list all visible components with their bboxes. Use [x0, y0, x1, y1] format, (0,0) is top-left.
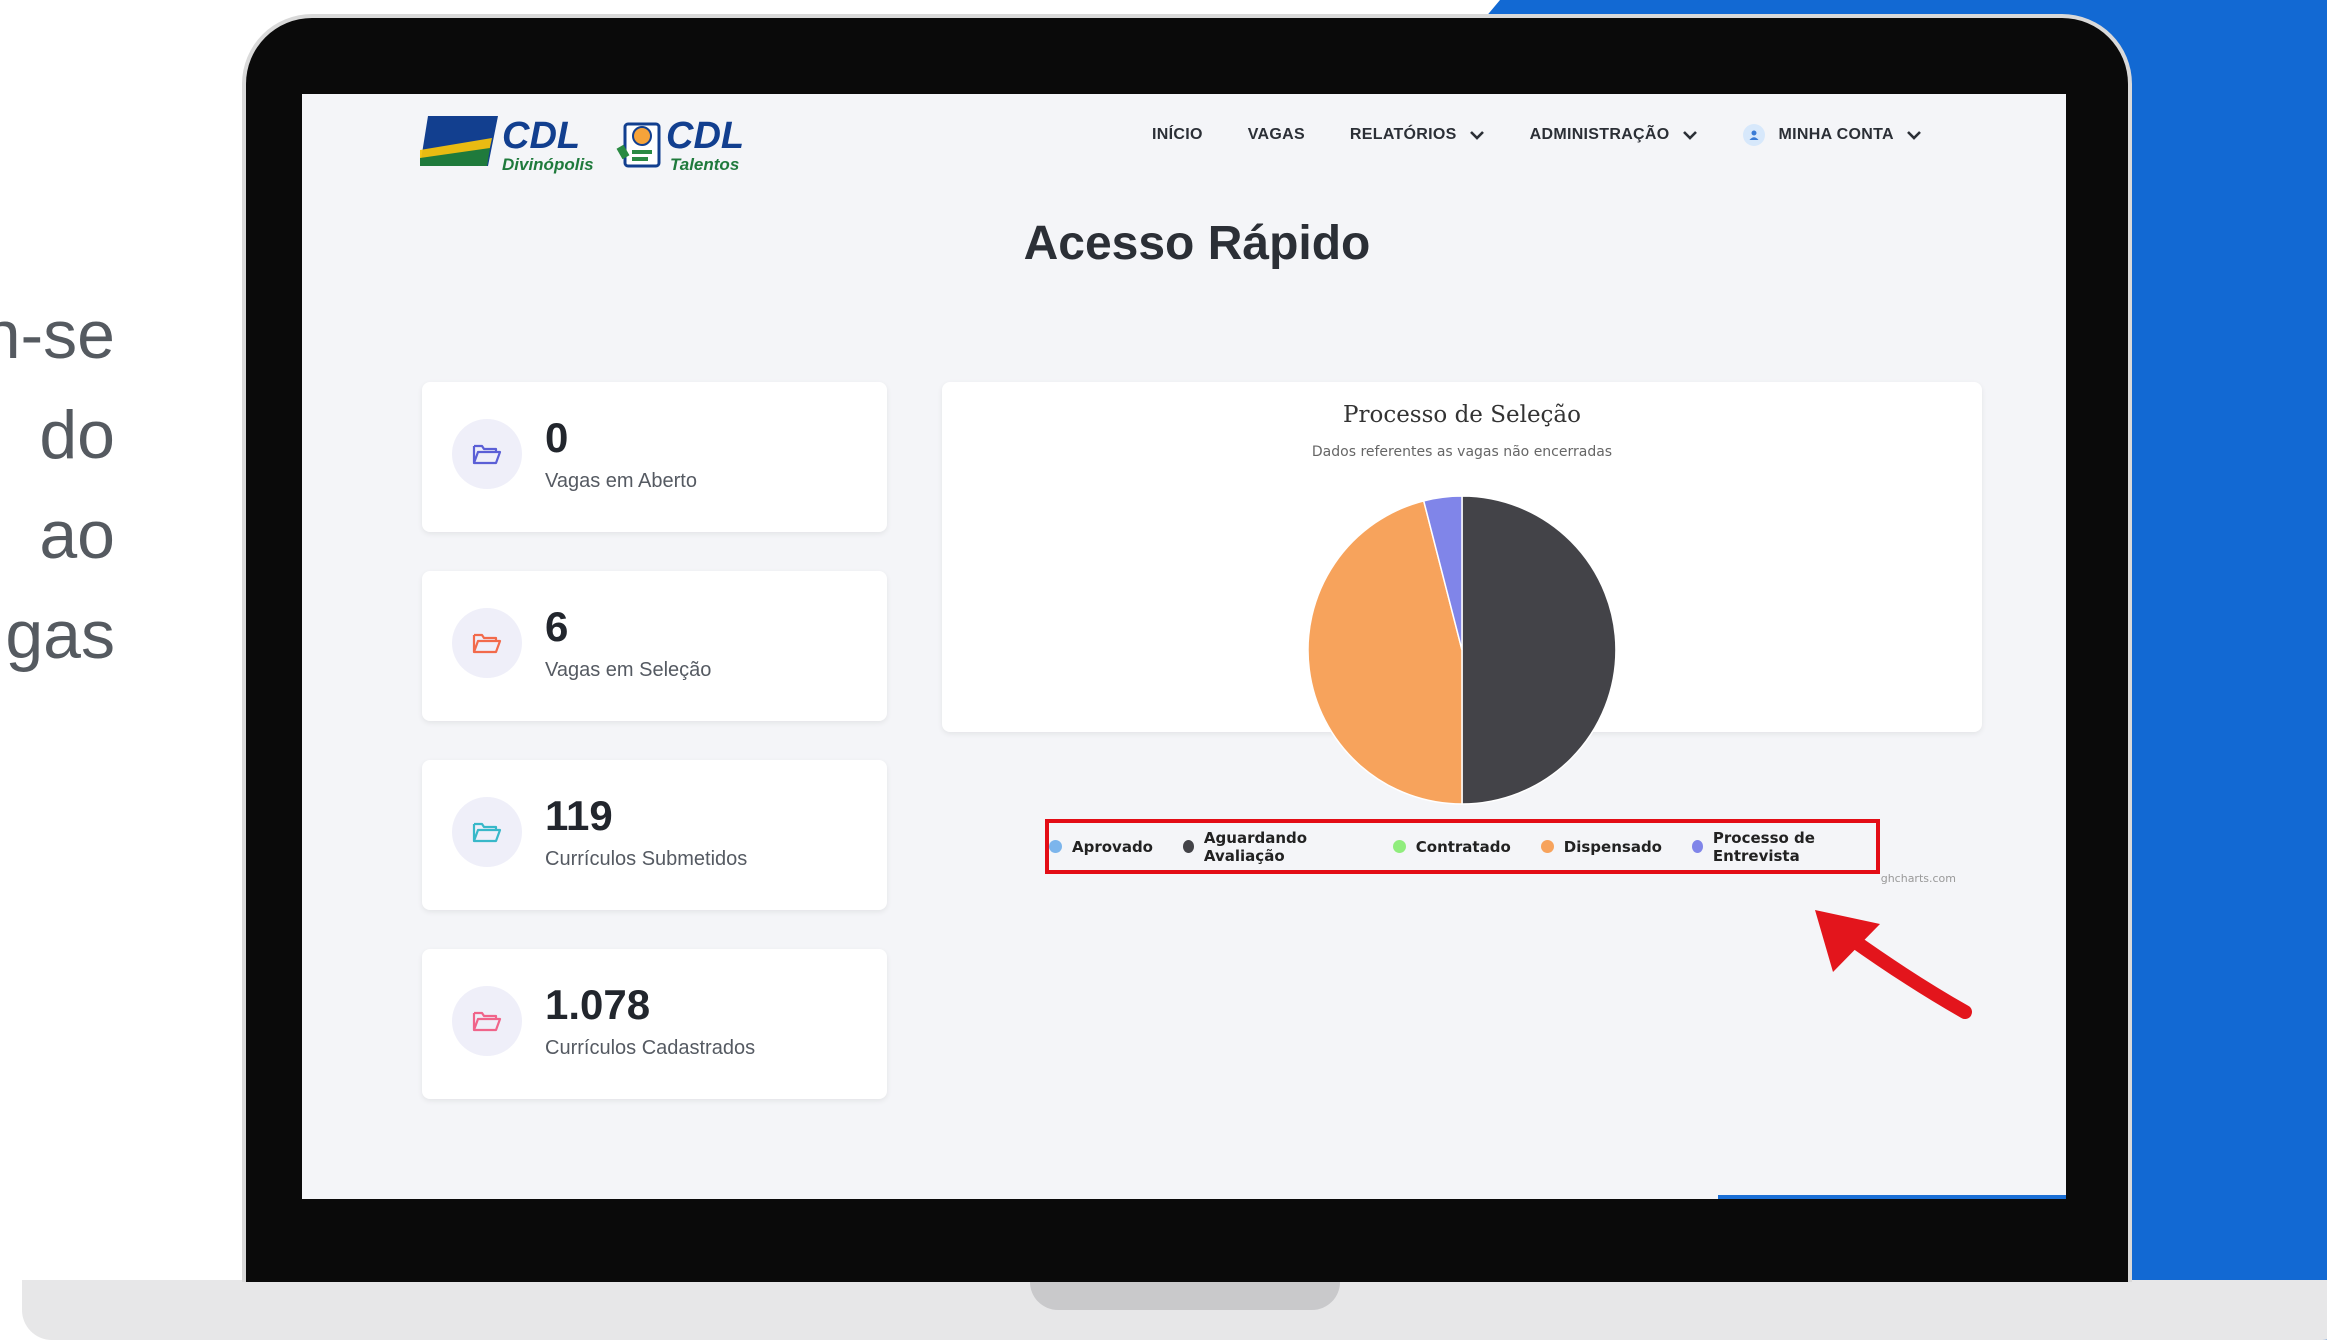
nav-relatorios[interactable]: RELATÓRIOS — [1350, 126, 1485, 144]
chevron-down-icon — [1469, 131, 1484, 140]
card-value: 6 — [545, 603, 569, 650]
user-icon — [1742, 124, 1765, 146]
laptop-notch — [1030, 1280, 1340, 1310]
side-caption: n-se do ao gas — [0, 285, 115, 685]
page-title: Acesso Rápido — [1023, 217, 1371, 270]
legend-item[interactable]: Contratado — [1392, 837, 1511, 856]
talentos-badge-icon — [616, 122, 661, 168]
nav-minha-conta-label: MINHA CONTA — [1778, 126, 1894, 143]
logo-primary-text: CDL — [502, 115, 580, 157]
stat-card-curriculos-cadastrados[interactable]: 1.078 Currículos Cadastrados — [422, 949, 887, 1099]
folder-open-icon — [452, 986, 522, 1056]
pie-slice-1[interactable] — [1461, 495, 1617, 805]
red-arrow-annotation — [1815, 910, 1972, 1019]
legend-label: Aprovado — [1072, 837, 1153, 856]
card-label: Currículos Submetidos — [545, 848, 748, 870]
legend-dot — [1392, 840, 1406, 853]
card-label: Vagas em Seleção — [545, 659, 712, 681]
legend-label: Dispensado — [1563, 837, 1662, 856]
stat-card-curriculos-submetidos[interactable]: 119 Currículos Submetidos — [422, 760, 887, 910]
legend-label: Aguardando Avaliação — [1203, 828, 1308, 865]
card-value: 0 — [545, 414, 569, 461]
folder-open-icon — [452, 797, 522, 867]
nav-inicio[interactable]: INÍCIO — [1152, 126, 1203, 144]
logo-primary-sub: Divinópolis — [502, 155, 594, 174]
legend-item[interactable]: Aprovado — [1049, 838, 1153, 856]
main-nav: INÍCIO VAGAS RELATÓRIOS ADMINISTRAÇÃO MI… — [1152, 124, 1967, 146]
card-label: Vagas em Aberto — [545, 470, 697, 492]
chevron-down-icon — [1906, 131, 1921, 140]
nav-relatorios-label: RELATÓRIOS — [1349, 126, 1457, 143]
stat-card-vagas-selecao[interactable]: 6 Vagas em Seleção — [422, 571, 887, 721]
legend-dot — [1183, 840, 1194, 853]
cdl-logo[interactable]: CDL Divinópolis CDL Talentos — [420, 108, 750, 174]
side-caption-line: do — [39, 397, 115, 473]
nav-inicio-label: INÍCIO — [1152, 126, 1203, 143]
card-value: 1.078 — [545, 981, 651, 1028]
app-screen: CDL Divinópolis CDL Talentos INÍCIO VAGA… — [302, 94, 2066, 1199]
nav-minha-conta[interactable]: MINHA CONTA — [1742, 124, 1922, 146]
chart-title: Processo de Seleção — [1343, 402, 1581, 428]
legend-dot — [1540, 840, 1554, 853]
folder-open-icon — [452, 608, 522, 678]
chevron-down-icon — [1682, 131, 1697, 140]
pie-chart — [1307, 495, 1617, 805]
legend-dot — [1691, 840, 1703, 853]
side-caption-line: n-se — [0, 297, 115, 373]
nav-administracao[interactable]: ADMINISTRAÇÃO — [1530, 126, 1698, 144]
legend-item[interactable]: Aguardando Avaliação — [1183, 829, 1363, 865]
card-label: Currículos Cadastrados — [545, 1037, 756, 1059]
chart-subtitle: Dados referentes as vagas não encerradas — [1311, 444, 1613, 460]
legend-item[interactable]: Dispensado — [1540, 837, 1662, 856]
stat-card-vagas-aberto[interactable]: 0 Vagas em Aberto — [422, 382, 887, 532]
chart-card: Processo de Seleção Dados referentes as … — [942, 382, 1982, 885]
legend-label: Contratado — [1415, 837, 1511, 856]
legend-label: Processo de Entrevista — [1712, 828, 1815, 865]
nav-vagas[interactable]: VAGAS — [1248, 126, 1305, 144]
legend-item[interactable]: Processo de Entrevista — [1691, 828, 1876, 865]
chart-credits[interactable]: ghcharts.com — [1881, 872, 1956, 885]
nav-administracao-label: ADMINISTRAÇÃO — [1529, 126, 1670, 143]
cdl-logo-graphic: CDL Divinópolis CDL Talentos — [420, 115, 744, 174]
screen-accent-bar — [1718, 1195, 2066, 1199]
side-caption-line: gas — [5, 597, 115, 673]
logo-secondary-text: CDL — [666, 115, 744, 157]
nav-vagas-label: VAGAS — [1247, 126, 1305, 143]
card-value: 119 — [545, 792, 613, 839]
side-caption-line: ao — [39, 497, 115, 573]
legend-dot — [1049, 840, 1062, 853]
folder-open-icon — [452, 419, 522, 489]
logo-secondary-sub: Talentos — [670, 155, 739, 174]
chart-legend: Aprovado Aguardando Avaliação Contratado Di… — [1045, 819, 1880, 874]
